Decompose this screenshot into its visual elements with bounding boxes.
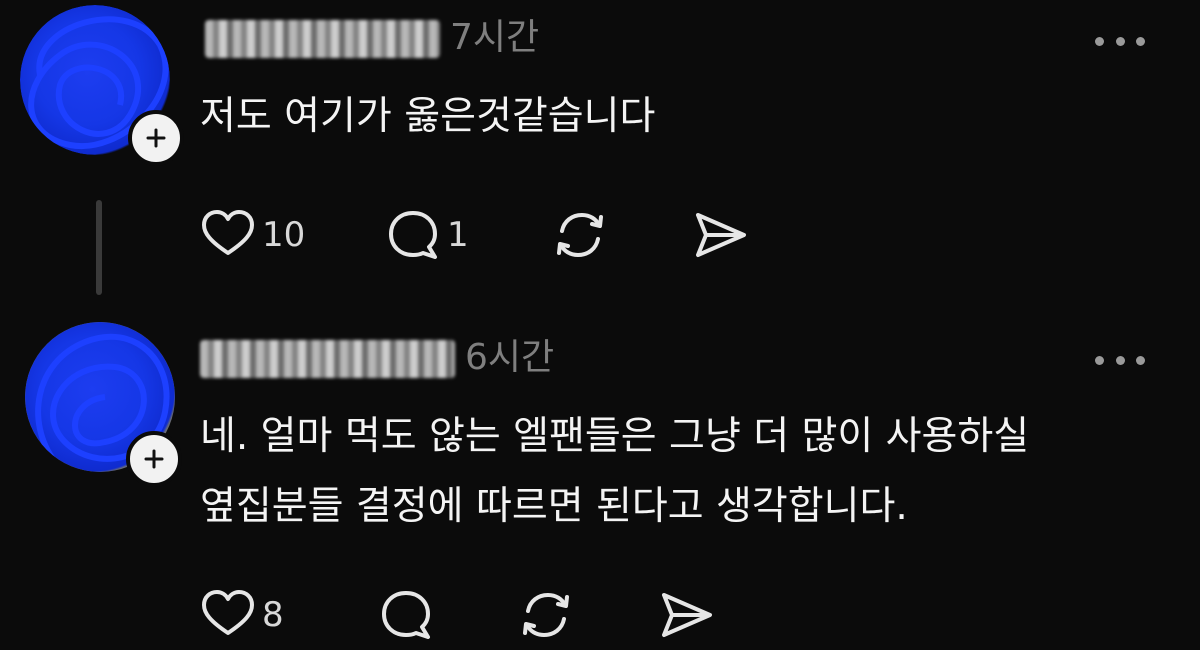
share-icon [662, 593, 712, 637]
comment-icon [389, 211, 437, 259]
heart-icon [202, 590, 254, 635]
thread-line [96, 200, 102, 295]
post-text-line: 옆집분들 결정에 따르면 된다고 생각합니다. [200, 484, 908, 529]
post-time: 7시간 [450, 17, 540, 58]
follow-button[interactable] [128, 110, 184, 166]
share-button[interactable] [692, 207, 748, 263]
reply-button[interactable] [378, 587, 440, 643]
username-blurred[interactable] [205, 20, 440, 58]
repost-button[interactable] [552, 207, 608, 263]
post-text-line: 네. 얼마 먹도 않는 엘팬들은 그냥 더 많이 사용하실 [200, 414, 1030, 459]
plus-icon [146, 128, 166, 148]
share-icon [696, 213, 746, 257]
repost-icon [523, 592, 569, 638]
heart-icon [202, 210, 254, 255]
reply-count: 1 [447, 215, 469, 255]
post-1: 7시간 저도 여기가 옳은것같습니다 10 1 [0, 0, 1200, 300]
reply-button[interactable]: 1 [385, 207, 469, 263]
like-count: 10 [262, 215, 306, 255]
like-button[interactable]: 8 [200, 587, 284, 643]
repost-button[interactable] [518, 587, 574, 643]
like-count: 8 [262, 595, 284, 635]
post-actions: 10 1 [200, 207, 800, 263]
like-button[interactable]: 10 [200, 207, 305, 263]
more-icon[interactable] [1095, 35, 1145, 47]
share-button[interactable] [658, 587, 714, 643]
plus-icon [144, 449, 164, 469]
username-blurred[interactable] [200, 340, 455, 378]
comment-icon [382, 591, 430, 639]
more-icon[interactable] [1095, 354, 1145, 366]
repost-icon [557, 212, 603, 258]
follow-button[interactable] [126, 431, 182, 487]
post-text-line: 저도 여기가 옳은것같습니다 [200, 94, 656, 139]
post-actions: 8 [200, 587, 800, 643]
post-2: 6시간 네. 얼마 먹도 않는 엘팬들은 그냥 더 많이 사용하실 옆집분들 결… [0, 300, 1200, 650]
post-time: 6시간 [465, 337, 555, 378]
